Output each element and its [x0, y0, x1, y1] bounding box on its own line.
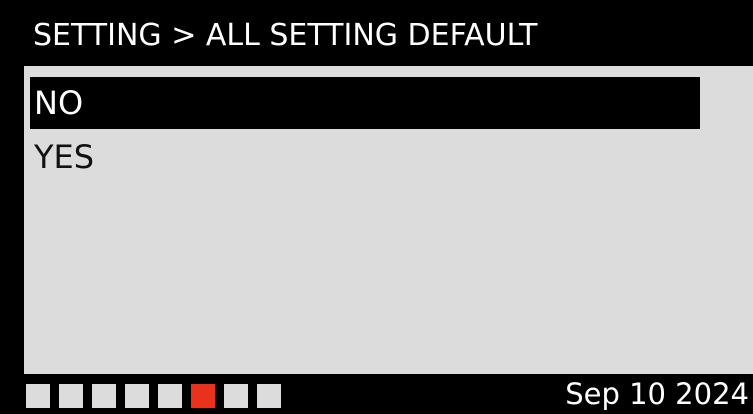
page-indicator-dot	[257, 384, 281, 408]
date-display: Sep 10 2024	[565, 377, 749, 411]
breadcrumb-title: SETTING > ALL SETTING DEFAULT	[33, 18, 538, 53]
page-indicator-dot	[26, 384, 50, 408]
header-bar: SETTING > ALL SETTING DEFAULT	[0, 0, 753, 66]
page-indicator-active	[191, 384, 215, 408]
footer-bar: Sep 10 2024	[0, 374, 753, 414]
page-indicator-dot	[224, 384, 248, 408]
menu-item-no[interactable]: NO	[30, 77, 700, 129]
page-indicator	[26, 384, 281, 408]
page-indicator-dot	[125, 384, 149, 408]
page-indicator-dot	[59, 384, 83, 408]
menu-panel: NO YES	[24, 66, 753, 374]
device-screen: SETTING > ALL SETTING DEFAULT NO YES Sep…	[0, 0, 753, 414]
page-indicator-dot	[92, 384, 116, 408]
page-indicator-dot	[158, 384, 182, 408]
menu-item-yes[interactable]: YES	[30, 131, 700, 183]
